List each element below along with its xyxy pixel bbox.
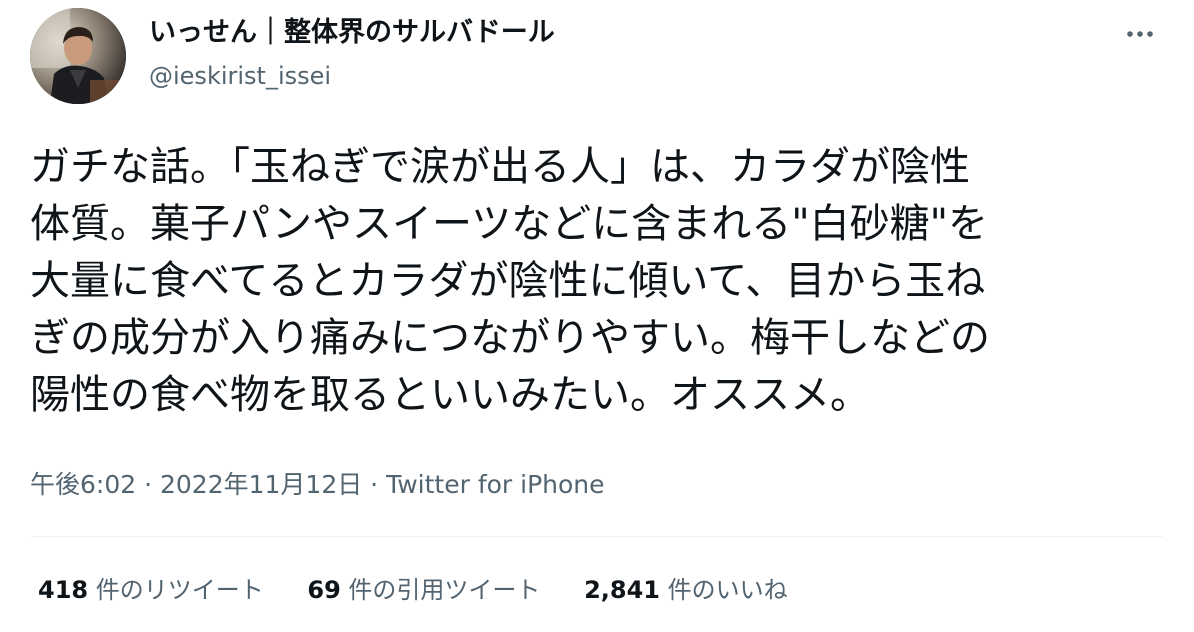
quotes-label: 件の引用ツイート <box>340 576 541 604</box>
profile-photo-icon <box>30 8 126 104</box>
retweets-stat[interactable]: 418 件のリツイート <box>38 572 264 608</box>
retweets-count: 418 <box>38 576 89 604</box>
likes-stat[interactable]: 2,841 件のいいね <box>584 572 788 608</box>
likes-count: 2,841 <box>584 576 660 604</box>
tweet-text: ガチな話。「玉ねぎで涙が出る人」は、カラダが陰性 体質。菓子パンやスイーツなどに… <box>30 144 990 418</box>
more-horizontal-icon <box>1127 31 1153 37</box>
more-options-button[interactable] <box>1120 20 1160 48</box>
author-handle[interactable]: @ieskirist_issei <box>149 60 331 92</box>
retweets-label: 件のリツイート <box>88 576 264 604</box>
tweet-source[interactable]: Twitter for iPhone <box>386 470 604 499</box>
tweet-time[interactable]: 午後6:02 <box>30 470 136 499</box>
author-avatar[interactable] <box>30 8 126 104</box>
engagement-stats: 418 件のリツイート 69 件の引用ツイート 2,841 件のいいね <box>38 572 824 608</box>
meta-separator: · <box>362 470 387 499</box>
divider <box>30 536 1163 537</box>
quotes-count: 69 <box>307 576 341 604</box>
tweet-metadata: 午後6:02 · 2022年11月12日 · Twitter for iPhon… <box>30 467 605 503</box>
tweet-card: いっせん｜整体界のサルバドール @ieskirist_issei ガチな話。「玉… <box>0 0 1194 632</box>
meta-separator: · <box>136 470 160 499</box>
likes-label: 件のいいね <box>660 576 788 604</box>
quotes-stat[interactable]: 69 件の引用ツイート <box>307 572 540 608</box>
tweet-date[interactable]: 2022年11月12日 <box>160 470 362 499</box>
author-display-name[interactable]: いっせん｜整体界のサルバドール <box>149 15 555 51</box>
